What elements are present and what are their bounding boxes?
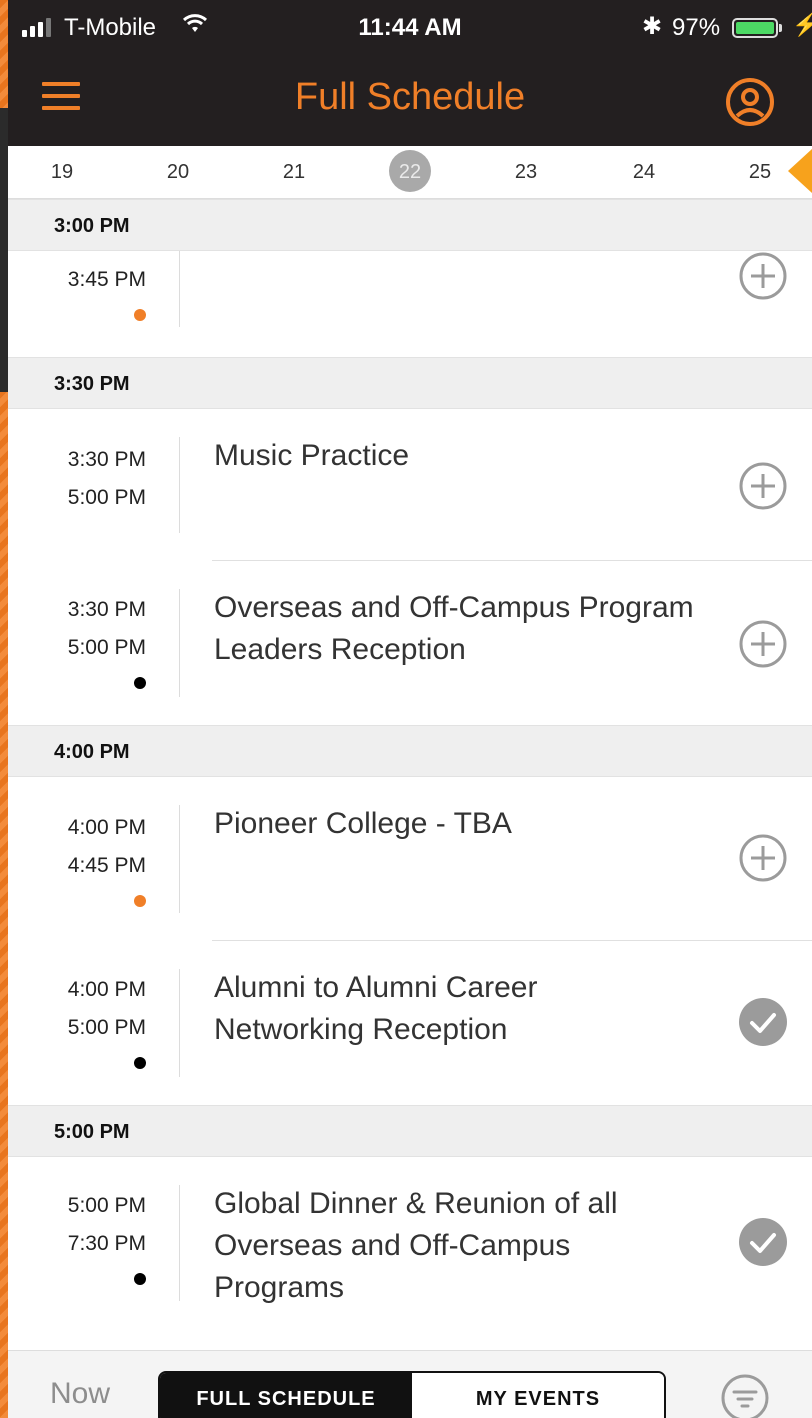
event-times: 4:00 PM 5:00 PM bbox=[8, 971, 146, 1047]
event-end-time: 5:00 PM bbox=[67, 1016, 146, 1039]
date-24[interactable]: 24 bbox=[620, 146, 668, 198]
event-category-dot bbox=[134, 309, 146, 321]
plus-circle-icon[interactable] bbox=[738, 251, 788, 301]
event-start-time: 4:00 PM bbox=[67, 978, 146, 1001]
date-21[interactable]: 21 bbox=[270, 146, 318, 198]
filter-icon[interactable] bbox=[720, 1373, 770, 1418]
event-row[interactable]: 5:00 PM 7:30 PM Global Dinner & Reunion … bbox=[8, 1157, 812, 1329]
schedule-list: 3:00 PM 3:45 PM 3:30 PM 3:30 PM 5:00 PM … bbox=[8, 199, 812, 1329]
time-divider bbox=[179, 1185, 180, 1301]
time-divider bbox=[179, 805, 180, 913]
event-start-time: 3:30 PM bbox=[67, 598, 146, 621]
event-row[interactable]: 3:45 PM bbox=[8, 251, 812, 357]
event-row[interactable]: 4:00 PM 4:45 PM Pioneer College - TBA bbox=[8, 777, 812, 941]
bottom-bar: Now FULL SCHEDULE MY EVENTS bbox=[8, 1350, 812, 1418]
event-title: Global Dinner & Reunion of all Overseas … bbox=[214, 1187, 618, 1304]
bluetooth-icon: ✱ bbox=[642, 13, 663, 40]
date-23[interactable]: 23 bbox=[502, 146, 550, 198]
event-times: 3:30 PM 5:00 PM bbox=[8, 441, 146, 517]
date-22-selected[interactable]: 22 bbox=[386, 146, 434, 198]
event-title bbox=[214, 223, 694, 251]
event-row[interactable]: 4:00 PM 5:00 PM Alumni to Alumni Career … bbox=[8, 941, 812, 1105]
event-times: 5:00 PM 7:30 PM bbox=[8, 1187, 146, 1263]
date-20[interactable]: 20 bbox=[154, 146, 202, 198]
schedule-toggle: FULL SCHEDULE MY EVENTS bbox=[158, 1371, 666, 1418]
date-19[interactable]: 19 bbox=[38, 146, 86, 198]
time-divider bbox=[179, 589, 180, 697]
battery-percent: 97% bbox=[672, 14, 721, 41]
event-category-dot bbox=[134, 1273, 146, 1285]
event-end-time: 5:00 PM bbox=[67, 636, 146, 659]
event-row[interactable]: 3:30 PM 5:00 PM Overseas and Off-Campus … bbox=[8, 561, 812, 725]
time-section-header: 4:00 PM bbox=[8, 725, 812, 777]
event-start-time: 3:30 PM bbox=[67, 448, 146, 471]
event-times: 3:45 PM bbox=[8, 261, 146, 299]
event-end-time: 5:00 PM bbox=[67, 486, 146, 509]
event-start-time: 3:45 PM bbox=[67, 268, 146, 291]
event-title: Pioneer College - TBA bbox=[214, 807, 512, 840]
time-section-header: 3:30 PM bbox=[8, 357, 812, 409]
background-window-edge bbox=[0, 108, 8, 392]
event-times: 4:00 PM 4:45 PM bbox=[8, 809, 146, 885]
page-title: Full Schedule bbox=[294, 76, 526, 118]
top-bar: T-Mobile 11:44 AM ✱ 97% ⚡ Full Schedule bbox=[8, 0, 812, 146]
date-scroll-arrow-icon[interactable] bbox=[788, 149, 812, 193]
event-category-dot bbox=[134, 677, 146, 689]
check-circle-icon[interactable] bbox=[738, 1217, 788, 1267]
plus-circle-icon[interactable] bbox=[738, 619, 788, 669]
event-times: 3:30 PM 5:00 PM bbox=[8, 591, 146, 667]
time-divider bbox=[179, 969, 180, 1077]
event-title: Music Practice bbox=[214, 439, 410, 472]
user-circle-icon[interactable] bbox=[724, 76, 776, 128]
event-title: Overseas and Off-Campus Program Leaders … bbox=[214, 591, 694, 666]
event-category-dot bbox=[134, 1057, 146, 1069]
now-button[interactable]: Now bbox=[50, 1377, 110, 1411]
event-end-time: 7:30 PM bbox=[67, 1232, 146, 1255]
event-title: Alumni to Alumni Career Networking Recep… bbox=[214, 971, 538, 1046]
charging-icon: ⚡ bbox=[792, 12, 812, 37]
check-circle-icon[interactable] bbox=[738, 997, 788, 1047]
event-start-time: 5:00 PM bbox=[67, 1194, 146, 1217]
battery-icon bbox=[732, 18, 778, 38]
time-divider bbox=[179, 251, 180, 327]
plus-circle-icon[interactable] bbox=[738, 833, 788, 883]
time-section-header: 5:00 PM bbox=[8, 1105, 812, 1157]
battery-tip bbox=[779, 24, 782, 32]
plus-circle-icon[interactable] bbox=[738, 461, 788, 511]
date-strip: 19 20 21 22 23 24 25 bbox=[8, 146, 812, 199]
date-25[interactable]: 25 bbox=[736, 146, 784, 198]
tab-full-schedule[interactable]: FULL SCHEDULE bbox=[160, 1373, 412, 1418]
event-start-time: 4:00 PM bbox=[67, 816, 146, 839]
tab-my-events[interactable]: MY EVENTS bbox=[412, 1373, 664, 1418]
time-divider bbox=[179, 437, 180, 533]
status-bar: T-Mobile 11:44 AM ✱ 97% ⚡ bbox=[8, 12, 812, 48]
event-category-dot bbox=[134, 895, 146, 907]
app-window: T-Mobile 11:44 AM ✱ 97% ⚡ Full Schedule … bbox=[8, 0, 812, 1418]
event-end-time: 4:45 PM bbox=[67, 854, 146, 877]
event-row[interactable]: 3:30 PM 5:00 PM Music Practice bbox=[8, 409, 812, 561]
